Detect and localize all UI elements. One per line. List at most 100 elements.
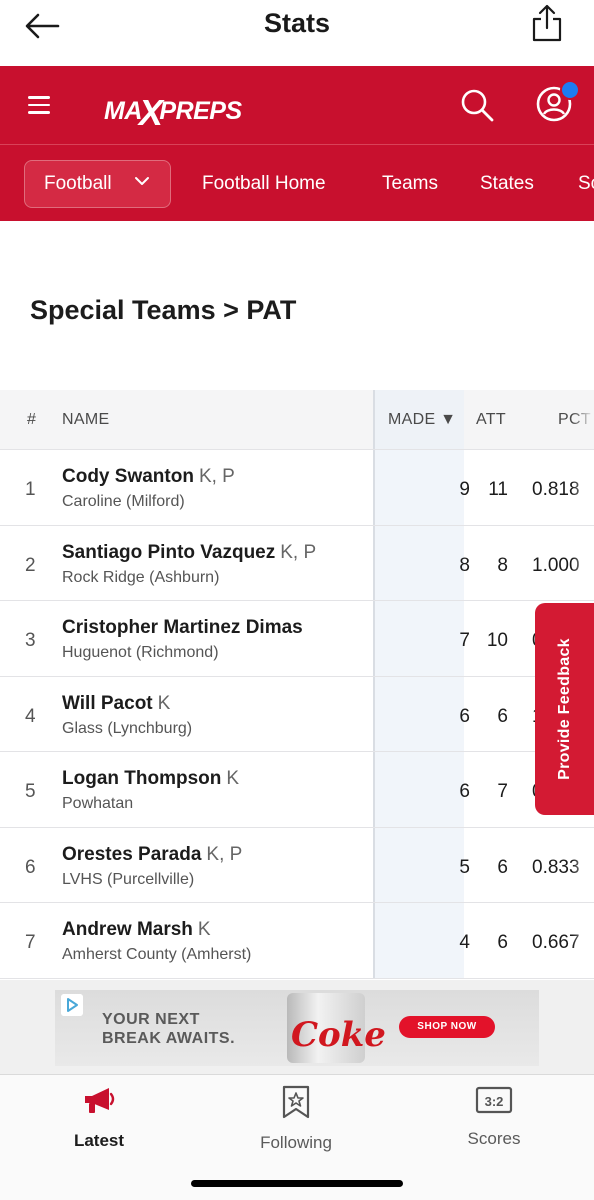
megaphone-icon [85,1088,115,1113]
player-name: Logan Thompson [62,768,222,789]
att-cell: 11 [488,479,508,500]
table-row[interactable]: 1 Cody Swanton K, P Caroline (Milford) 9 11 0.… [0,450,594,526]
rank-cell: 7 [25,932,36,953]
att-cell: 10 [486,630,508,651]
ad-headline: YOUR NEXT BREAK AWAITS. [102,1010,235,1048]
nav-link-states[interactable]: States [480,173,534,195]
player-position: K, P [206,843,243,865]
page-title: Stats [263,8,331,38]
table-row[interactable]: 5Logan ThompsonKPowhatan670 [0,752,594,828]
player-name-link[interactable]: Andrew Marsh K [62,919,211,941]
ad-banner[interactable]: YOUR NEXT BREAK AWAITS. Coke SHOP NOW [55,990,539,1066]
scroll-fade [572,525,594,600]
made-column-highlight [373,450,464,525]
nav-link-football-home[interactable]: Football Home [202,173,326,195]
ad-choices-icon[interactable] [61,994,83,1016]
header-made[interactable]: MADE ▼ [388,411,456,429]
player-name: Cristopher Martinez Dimas [62,617,303,638]
table-row[interactable]: 6 Orestes Parada K, P LVHS (Purcellville) 5 6… [0,827,594,903]
bookmark-star-icon [282,1085,310,1119]
sport-dropdown[interactable]: Football [24,160,171,208]
att-cell: 8 [497,554,508,576]
made-cell: 9 [459,479,470,500]
scroll-fade [572,390,594,449]
att-cell: 6 [497,705,508,727]
ad-brand: Coke [291,1015,386,1055]
player-position: K, P [280,541,317,563]
made-cell: 6 [459,705,470,727]
player-position: K [157,692,171,714]
tab-following-label: Following [260,1133,332,1152]
sport-dropdown-label: Football [44,173,112,194]
made-cell: 8 [459,554,470,576]
tab-following[interactable]: Following [231,1085,361,1153]
tab-scores[interactable]: 3:2 Scores [429,1085,559,1149]
table-row[interactable]: 7 Andrew Marsh K Amherst County (Amherst) 4 6… [0,903,594,979]
player-name-link[interactable]: Orestes Parada K, P [62,844,242,866]
nav-link-scores[interactable]: Sc [578,173,594,195]
school-link[interactable]: Rock Ridge (Ashburn) [62,569,219,587]
player-name: Will Pacot [62,692,153,714]
sport-nav: Football Football Home Teams States Sc [0,144,594,221]
player-position: K, P [198,466,235,487]
made-cell: 5 [459,856,470,878]
chevron-down-icon [135,177,149,185]
search-icon[interactable] [458,86,496,124]
school-link[interactable]: Powhatan [62,795,133,813]
ad-shop-now-button[interactable]: SHOP NOW [399,1016,495,1038]
made-column-highlight [373,525,464,600]
school-link[interactable]: LVHS (Purcellville) [62,871,194,889]
made-cell: 4 [459,932,470,953]
rank-cell: 3 [25,630,36,651]
ad-band: YOUR NEXT BREAK AWAITS. Coke SHOP NOW [0,980,594,1074]
stat-category-heading: Special Teams > PAT [30,295,297,325]
menu-icon[interactable] [28,96,50,114]
school-link[interactable]: Amherst County (Amherst) [62,946,251,964]
player-name-link[interactable]: Santiago Pinto Vazquez K, P [62,542,316,564]
maxpreps-logo[interactable]: MAXPREPS [104,86,242,133]
rank-cell: 2 [25,554,36,576]
share-icon[interactable] [530,2,564,44]
player-name-link[interactable]: Logan Thompson K [62,768,239,790]
nav-link-teams[interactable]: Teams [382,173,438,195]
player-name-link[interactable]: Cody Swanton K, P [62,466,235,488]
provide-feedback-tab[interactable]: Provide Feedback [535,603,594,815]
header-rank: # [27,411,37,428]
tab-scores-label: Scores [467,1129,521,1148]
school-link[interactable]: Huguenot (Richmond) [62,644,219,662]
att-cell: 6 [497,932,508,953]
header-name[interactable]: NAME [62,411,109,429]
made-column-highlight [373,903,464,978]
made-column-highlight [373,752,464,827]
table-row[interactable]: 3 Cristopher Martinez Dimas Huguenot (Rich… [0,601,594,677]
table-row[interactable]: 2 Santiago Pinto Vazquez K, P Rock Ridge (A… [0,525,594,601]
site-header: MAXPREPS [0,66,594,144]
player-name: Andrew Marsh [62,919,193,940]
made-column-highlight [373,827,464,902]
table-body: 1 Cody Swanton K, P Caroline (Milford) 9 11 0.… [0,450,594,979]
stats-table: # NAME MADE ▼ ATT PCT 1Cody SwantonK, PC… [0,390,594,979]
scoreboard-icon: 3:2 [475,1086,513,1114]
tab-latest[interactable]: Latest [34,1085,164,1151]
player-position: K [197,919,211,940]
school-link[interactable]: Glass (Lynchburg) [62,720,192,738]
table-header: # NAME MADE ▼ ATT PCT [0,390,594,450]
made-column-highlight [373,676,464,751]
header-att[interactable]: ATT [476,411,506,429]
player-name-link[interactable]: Will Pacot K [62,693,170,715]
home-indicator [191,1180,403,1187]
rank-cell: 4 [25,705,36,727]
school-link[interactable]: Caroline (Milford) [62,493,185,511]
player-name: Orestes Parada [62,843,202,865]
ad-headline-line-1: YOUR NEXT [102,1011,200,1028]
att-cell: 7 [497,781,508,802]
player-name-link[interactable]: Cristopher Martinez Dimas [62,617,308,639]
svg-text:3:2: 3:2 [485,1094,504,1109]
att-cell: 6 [497,856,508,878]
player-name: Cody Swanton [62,466,194,487]
ad-headline-line-2: BREAK AWAITS. [102,1030,236,1047]
made-column-highlight [373,601,464,676]
tab-latest-label: Latest [73,1131,125,1150]
table-row[interactable]: 4Will PacotKGlass (Lynchburg)661 [0,676,594,752]
app-bar: Stats [0,0,594,66]
